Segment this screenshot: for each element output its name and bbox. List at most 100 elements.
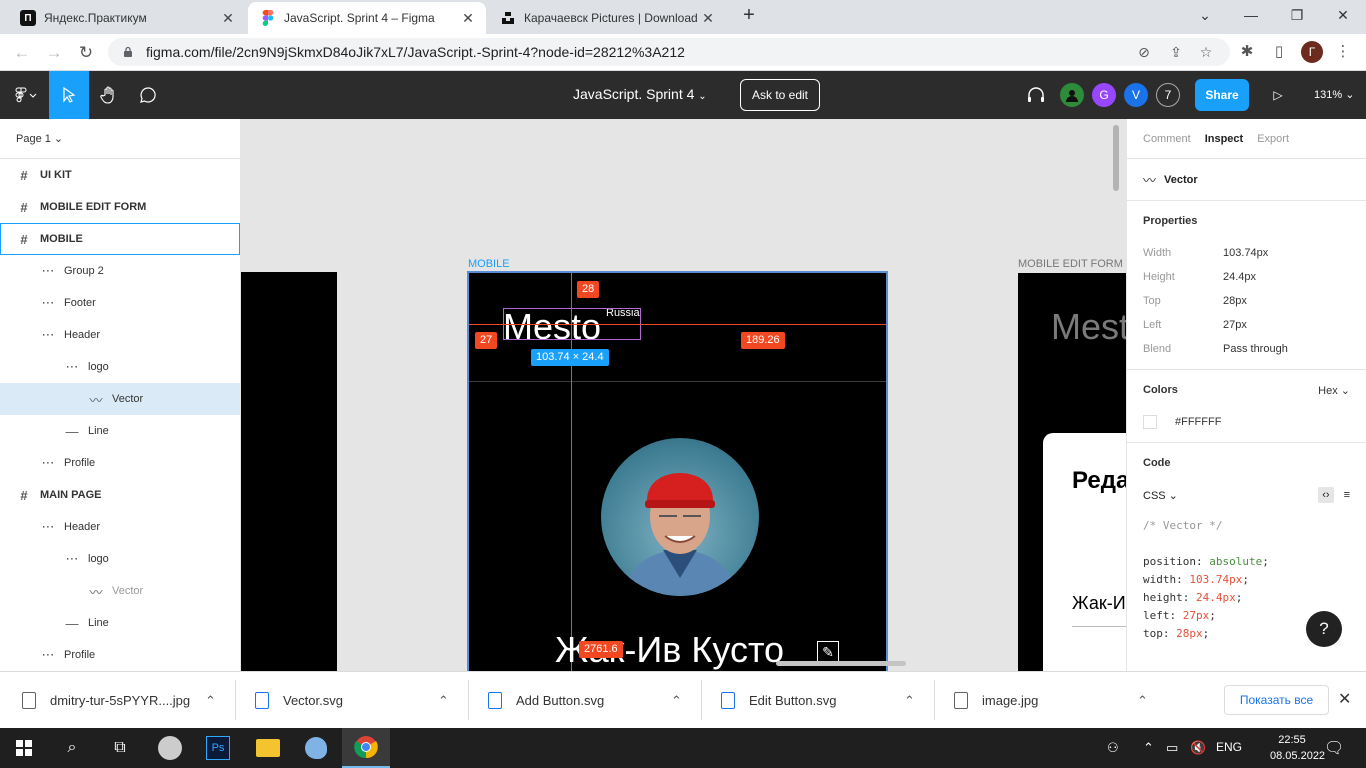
layer-item[interactable]: ⋯ Footer: [0, 287, 240, 319]
color-row[interactable]: #FFFFFF: [1143, 410, 1350, 434]
new-tab-button[interactable]: +: [738, 5, 760, 27]
property-value[interactable]: 103.74px: [1223, 247, 1268, 259]
document-title[interactable]: JavaScript. Sprint 4 ⌄: [573, 86, 707, 102]
layer-item[interactable]: — Line: [0, 415, 240, 447]
page-selector[interactable]: Page 1 ⌄: [0, 119, 240, 159]
bookmark-star-icon[interactable]: ☆: [1198, 44, 1214, 60]
collaborator-count[interactable]: 7: [1156, 83, 1180, 107]
layer-item[interactable]: # MOBILE: [0, 223, 240, 255]
profile-avatar[interactable]: Г: [1301, 41, 1323, 63]
back-icon[interactable]: ←: [9, 40, 35, 66]
property-value[interactable]: Pass through: [1223, 343, 1288, 355]
tray-chevron-icon[interactable]: ⌃: [1143, 740, 1154, 756]
horizontal-scrollbar[interactable]: [776, 661, 906, 666]
vertical-scrollbar[interactable]: [1113, 125, 1119, 191]
language-indicator[interactable]: ENG: [1216, 740, 1242, 754]
reload-icon[interactable]: ↻: [73, 40, 99, 66]
tab-search-icon[interactable]: ⌄: [1182, 0, 1228, 30]
task-view-icon[interactable]: ⧉: [96, 728, 144, 768]
color-format-select[interactable]: Hex ⌄: [1318, 384, 1350, 397]
property-value[interactable]: 24.4px: [1223, 271, 1256, 283]
code-lang-select[interactable]: CSS ⌄: [1143, 489, 1178, 502]
browser-tab-praktikum[interactable]: П Яндекс.Практикум ✕: [8, 2, 246, 34]
download-item[interactable]: Vector.svg ⌃: [235, 672, 464, 729]
move-tool-button[interactable]: [49, 71, 89, 119]
download-item[interactable]: image.jpg ⌃: [934, 672, 1163, 729]
layer-item[interactable]: # MOBILE EDIT FORM: [0, 191, 240, 223]
zoom-level[interactable]: 131% ⌄: [1314, 88, 1354, 101]
photoshop-icon[interactable]: Ps: [194, 728, 242, 768]
code-view-icon[interactable]: ‹›: [1318, 487, 1334, 503]
browser-tab-unsplash[interactable]: Карачаевск Pictures | Download ✕: [488, 2, 726, 34]
tab-comment[interactable]: Comment: [1143, 133, 1191, 145]
download-item[interactable]: Edit Button.svg ⌃: [701, 672, 930, 729]
download-options-chevron-icon[interactable]: ⌃: [438, 693, 449, 709]
volume-muted-icon[interactable]: 🔇: [1190, 740, 1206, 756]
download-item[interactable]: Add Button.svg ⌃: [468, 672, 697, 729]
forward-icon[interactable]: →: [41, 40, 67, 66]
property-value[interactable]: 28px: [1223, 295, 1247, 307]
download-options-chevron-icon[interactable]: ⌃: [205, 693, 216, 709]
share-button[interactable]: Share: [1195, 79, 1249, 111]
yandex-browser-icon[interactable]: [146, 728, 194, 768]
hand-tool-button[interactable]: [89, 71, 129, 119]
help-button[interactable]: ?: [1306, 611, 1342, 647]
side-panel-icon[interactable]: ▯: [1269, 42, 1289, 62]
windows-start-icon[interactable]: [0, 728, 48, 768]
battery-icon[interactable]: ▭: [1166, 740, 1178, 756]
search-icon[interactable]: ⌕: [48, 728, 96, 768]
audio-headphones-icon[interactable]: [1016, 71, 1056, 119]
close-window-button[interactable]: ✕: [1320, 0, 1366, 30]
layer-item[interactable]: ⋯ Profile: [0, 639, 240, 671]
collaborator-avatar[interactable]: G: [1092, 83, 1116, 107]
menu-dots-icon[interactable]: ⋮: [1333, 42, 1353, 62]
layer-item[interactable]: ⋯ Profile: [0, 447, 240, 479]
design-canvas[interactable]: MOBILE MOBILE EDIT FORM Mesto Russia 28 …: [241, 119, 1126, 671]
close-tab-icon[interactable]: ✕: [460, 10, 476, 27]
layer-item[interactable]: — Line: [0, 607, 240, 639]
people-icon[interactable]: ⚇: [1107, 740, 1119, 756]
edit-form-frame-label[interactable]: MOBILE EDIT FORM: [1018, 258, 1123, 270]
layer-item[interactable]: 〰 Vector: [0, 575, 240, 607]
layer-item[interactable]: ⋯ Header: [0, 511, 240, 543]
download-options-chevron-icon[interactable]: ⌃: [904, 693, 915, 709]
show-all-downloads-button[interactable]: Показать все: [1224, 685, 1329, 715]
extensions-icon[interactable]: ✱: [1237, 42, 1257, 62]
url-text[interactable]: figma.com/file/2cn9N9jSkmxD84oJik7xL7/Ja…: [146, 44, 685, 60]
mobile-frame-label[interactable]: MOBILE: [468, 258, 510, 270]
edit-pencil-icon[interactable]: ✎: [817, 641, 839, 663]
layer-item[interactable]: ⋯ Header: [0, 319, 240, 351]
tab-inspect[interactable]: Inspect: [1205, 133, 1244, 145]
chrome-icon[interactable]: [342, 728, 390, 768]
notifications-icon[interactable]: 🗨: [1324, 738, 1344, 758]
download-options-chevron-icon[interactable]: ⌃: [671, 693, 682, 709]
ask-to-edit-button[interactable]: Ask to edit: [740, 79, 820, 111]
profile-avatar-image[interactable]: [601, 438, 759, 596]
comment-tool-button[interactable]: [128, 71, 168, 119]
download-item[interactable]: dmitry-tur-5sPYYR....jpg ⌃: [2, 672, 231, 729]
file-explorer-icon[interactable]: [244, 728, 292, 768]
share-icon[interactable]: ⇪: [1168, 44, 1184, 60]
ui-kit-frame[interactable]: [241, 272, 337, 671]
lock-icon[interactable]: [122, 46, 134, 58]
layer-item[interactable]: 〰 Vector: [0, 383, 240, 415]
layer-item[interactable]: ⋯ logo: [0, 543, 240, 575]
layer-item[interactable]: # MAIN PAGE: [0, 479, 240, 511]
clock[interactable]: 22:55 08.05.2022: [1270, 732, 1325, 764]
close-downloads-icon[interactable]: ✕: [1338, 689, 1351, 709]
collaborator-avatar[interactable]: V: [1124, 83, 1148, 107]
browser-tab-figma[interactable]: JavaScript. Sprint 4 – Figma ✕: [248, 2, 486, 34]
collaborator-avatar[interactable]: [1060, 83, 1084, 107]
layer-item[interactable]: # UI KIT: [0, 159, 240, 191]
minimize-button[interactable]: —: [1228, 0, 1274, 30]
close-tab-icon[interactable]: ✕: [700, 10, 716, 27]
property-value[interactable]: 27px: [1223, 319, 1247, 331]
figma-menu-button[interactable]: [4, 71, 48, 119]
present-play-icon[interactable]: ▷: [1258, 71, 1298, 119]
download-options-chevron-icon[interactable]: ⌃: [1137, 693, 1148, 709]
eye-off-icon[interactable]: ⊘: [1136, 44, 1152, 60]
close-tab-icon[interactable]: ✕: [220, 10, 236, 27]
paint-icon[interactable]: [292, 728, 340, 768]
layer-item[interactable]: ⋯ logo: [0, 351, 240, 383]
layer-item[interactable]: ⋯ Group 2: [0, 255, 240, 287]
